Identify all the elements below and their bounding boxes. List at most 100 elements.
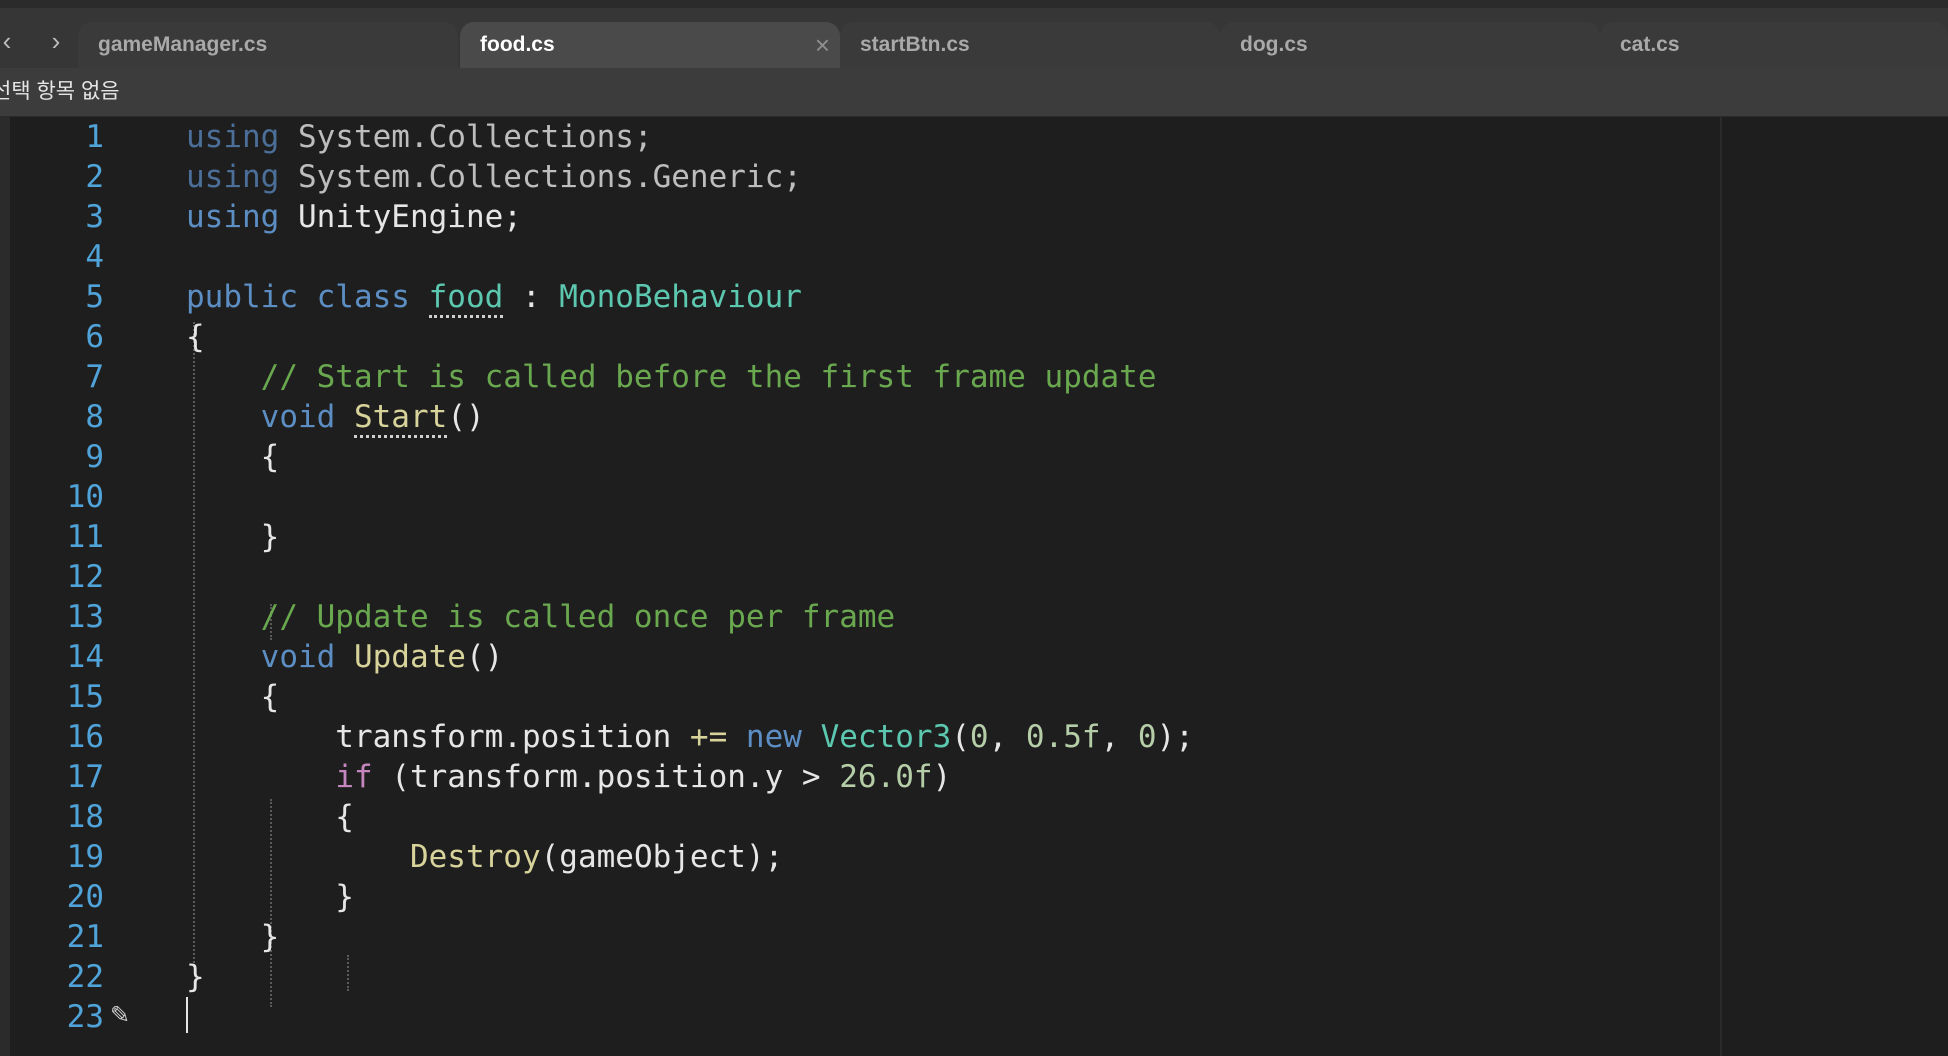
code-token: Update	[353, 639, 466, 675]
code-text: // Start is called before the first fram…	[186, 357, 1157, 397]
tab-gamemanager[interactable]: gameManager.cs	[78, 22, 458, 68]
code-token: ,	[1100, 719, 1138, 755]
code-line[interactable]: 9 {	[0, 437, 1700, 477]
code-line[interactable]: 4	[0, 237, 1700, 277]
code-token: ()	[447, 399, 485, 435]
code-token: System.Collections.Generic;	[279, 159, 802, 195]
text-cursor	[186, 997, 188, 1033]
code-token: (gameObject);	[540, 839, 784, 875]
code-token: System.Collections;	[279, 119, 653, 155]
code-text: {	[186, 797, 354, 837]
code-line[interactable]: 8 void Start()	[0, 397, 1700, 438]
minimap-divider	[1720, 117, 1722, 1056]
line-number: 15	[66, 679, 104, 715]
line-number: 3	[85, 199, 104, 235]
tab-cat[interactable]: cat.cs	[1600, 22, 1948, 68]
code-line[interactable]: 15 {	[0, 677, 1700, 717]
code-line[interactable]: 6{	[0, 317, 1700, 357]
code-token: (	[951, 719, 970, 755]
code-token: +=	[689, 719, 728, 755]
code-line[interactable]: 11 }	[0, 517, 1700, 557]
code-token: (transform.position.y >	[372, 759, 840, 795]
line-number: 18	[66, 799, 104, 835]
code-text: using System.Collections;	[186, 117, 653, 157]
line-number: 9	[85, 439, 104, 475]
tab-label: cat.cs	[1620, 33, 1680, 56]
line-number: 4	[85, 239, 104, 275]
code-line[interactable]: 19 Destroy(gameObject);	[0, 837, 1700, 877]
code-token: using	[186, 199, 280, 235]
line-number: 12	[66, 559, 104, 595]
code-token: 0.5f	[1025, 719, 1101, 755]
chevron-right-icon[interactable]: ›	[43, 28, 69, 54]
code-line[interactable]: 12	[0, 557, 1700, 597]
close-icon[interactable]: ×	[815, 22, 830, 68]
line-number: 5	[85, 279, 104, 315]
code-token: MonoBehaviour	[559, 279, 802, 315]
code-token: {	[186, 799, 354, 835]
code-line[interactable]: 14 void Update()	[0, 637, 1700, 677]
code-text: }	[186, 517, 280, 557]
line-number: 13	[66, 599, 104, 635]
code-token: }	[186, 959, 205, 995]
code-text: Destroy(gameObject);	[186, 837, 783, 877]
code-line[interactable]: 7 // Start is called before the first fr…	[0, 357, 1700, 397]
tab-food[interactable]: food.cs ×	[460, 22, 840, 68]
code-token: UnityEngine;	[279, 199, 522, 235]
code-editor[interactable]: 1 using System.Collections; 2 using System.…	[0, 117, 1948, 1056]
code-token: ,	[988, 719, 1026, 755]
code-line[interactable]: 17 if (transform.position.y > 26.0f)	[0, 757, 1700, 797]
code-line[interactable]: 5 public class food : MonoBehaviour	[0, 277, 1700, 318]
code-line[interactable]: 1 using System.Collections;	[0, 117, 1700, 157]
code-text: }	[186, 917, 280, 957]
line-number: 20	[66, 879, 104, 915]
code-line[interactable]: 21 }	[0, 917, 1700, 957]
line-number: 6	[85, 319, 104, 355]
code-line[interactable]: 18 {	[0, 797, 1700, 837]
code-token: }	[186, 519, 280, 555]
code-token: Vector3	[820, 719, 952, 755]
code-line[interactable]: 10	[0, 477, 1700, 517]
code-line[interactable]: 3 using UnityEngine;	[0, 197, 1700, 237]
code-line[interactable]: 23 ✎	[0, 997, 1700, 1037]
code-token: {	[186, 679, 280, 715]
line-number: 21	[66, 919, 104, 955]
breadcrumb-text[interactable]: 선택 항목 없음	[0, 68, 120, 116]
code-line[interactable]: 13 // Update is called once per frame	[0, 597, 1700, 637]
code-text: {	[186, 437, 280, 477]
code-token: 26.0f	[839, 759, 933, 795]
code-text: using System.Collections.Generic;	[186, 157, 802, 197]
tab-startbtn[interactable]: startBtn.cs	[840, 22, 1220, 68]
code-token: void	[260, 399, 336, 435]
line-number: 14	[66, 639, 104, 675]
code-token: );	[1156, 719, 1194, 755]
code-line[interactable]: 2 using System.Collections.Generic;	[0, 157, 1700, 197]
code-line[interactable]: 16 transform.position += new Vector3(0, …	[0, 717, 1700, 757]
code-token: // Start is called before the first fram…	[186, 359, 1157, 395]
code-token: {	[186, 319, 205, 355]
code-text: }	[186, 957, 205, 997]
code-token: transform.position	[186, 719, 690, 755]
line-number: 1	[85, 119, 104, 155]
code-token: food	[428, 279, 504, 318]
code-text: // Update is called once per frame	[186, 597, 896, 637]
line-number: 16	[66, 719, 104, 755]
line-number: 23	[66, 999, 104, 1035]
code-token: new	[745, 719, 802, 755]
code-line[interactable]: 22}	[0, 957, 1700, 997]
code-token: void	[260, 639, 336, 675]
pencil-icon: ✎	[110, 1002, 131, 1029]
code-token: ()	[465, 639, 504, 675]
code-token: 0	[969, 719, 989, 755]
line-number: 10	[66, 479, 104, 515]
code-line[interactable]: 20 }	[0, 877, 1700, 917]
code-text: {	[186, 677, 280, 717]
code-text: {	[186, 317, 205, 357]
tab-dog[interactable]: dog.cs	[1220, 22, 1600, 68]
chevron-left-icon[interactable]: ‹	[0, 28, 20, 54]
